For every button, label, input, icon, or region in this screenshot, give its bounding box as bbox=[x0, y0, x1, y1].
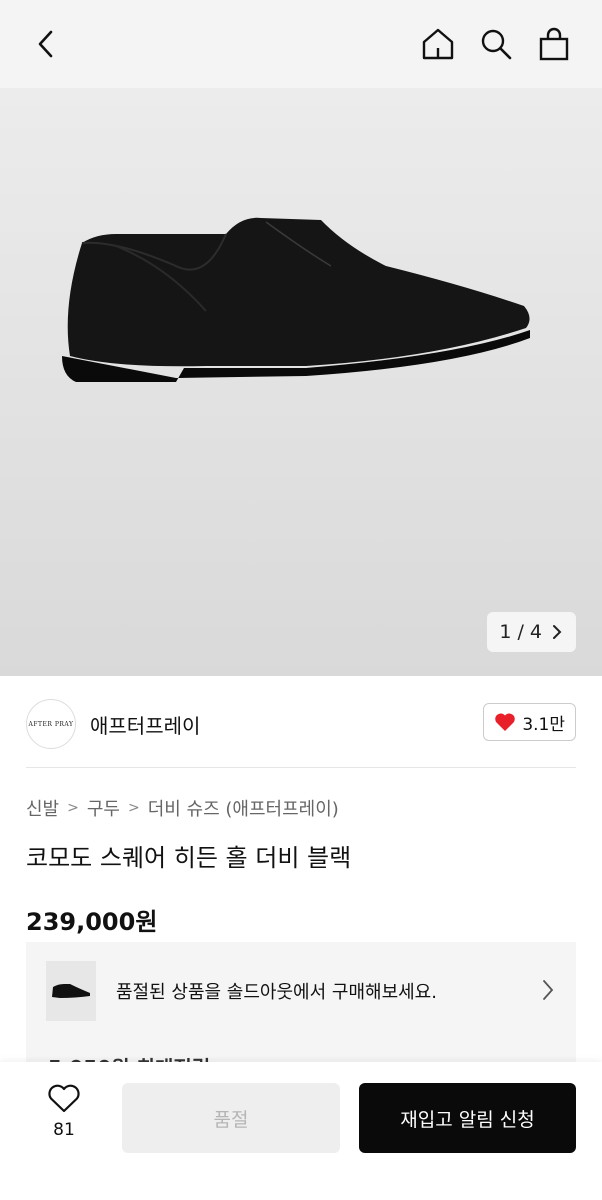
brand-row[interactable]: AFTER PRAY 애프터프레이 3.1만 bbox=[26, 697, 576, 751]
soldout-button[interactable]: 품절 bbox=[122, 1083, 340, 1153]
breadcrumb-item[interactable]: 더비 슈즈 (애프터프레이) bbox=[148, 795, 339, 821]
soldout-product-thumbnail bbox=[46, 961, 96, 1021]
back-icon[interactable] bbox=[24, 22, 68, 66]
chevron-right-icon bbox=[553, 625, 562, 639]
restock-alert-button[interactable]: 재입고 알림 신청 bbox=[359, 1083, 576, 1153]
bottom-action-bar: 81 품절 재입고 알림 신청 bbox=[0, 1062, 602, 1200]
product-image-shoe bbox=[62, 217, 530, 382]
heart-filled-icon bbox=[495, 713, 516, 731]
soldout-banner[interactable]: 품절된 상품을 솔드아웃에서 구매해보세요. bbox=[26, 942, 576, 1040]
chevron-right-icon: > bbox=[67, 800, 79, 816]
brand-like-count: 3.1만 bbox=[522, 714, 565, 735]
soldout-banner-text: 품절된 상품을 솔드아웃에서 구매해보세요. bbox=[116, 982, 437, 1003]
pager-text: 1 / 4 bbox=[499, 621, 542, 643]
heart-outline-icon bbox=[48, 1084, 80, 1113]
brand-name[interactable]: 애프터프레이 bbox=[90, 710, 200, 739]
chevron-right-icon: > bbox=[127, 800, 140, 816]
breadcrumb-item[interactable]: 신발 bbox=[26, 795, 59, 821]
brand-like-button[interactable]: 3.1만 bbox=[483, 703, 576, 741]
product-image-gallery[interactable]: 1 / 4 bbox=[0, 88, 602, 676]
divider bbox=[26, 767, 576, 768]
product-price: 239,000원 bbox=[26, 908, 158, 936]
search-icon[interactable] bbox=[474, 22, 518, 66]
breadcrumb: 신발 > 구두 > 더비 슈즈 (애프터프레이) bbox=[26, 795, 339, 821]
home-icon[interactable] bbox=[416, 22, 460, 66]
wishlist-button[interactable]: 81 bbox=[36, 1084, 92, 1140]
wishlist-count: 81 bbox=[53, 1120, 75, 1140]
brand-logo-text: AFTER PRAY bbox=[28, 720, 74, 728]
gallery-pager[interactable]: 1 / 4 bbox=[487, 612, 576, 652]
top-nav-bar bbox=[0, 0, 602, 88]
breadcrumb-item[interactable]: 구두 bbox=[87, 795, 120, 821]
product-title: 코모도 스퀘어 히든 홀 더비 블랙 bbox=[26, 844, 352, 872]
chevron-right-icon bbox=[543, 980, 554, 1000]
shopping-bag-icon[interactable] bbox=[532, 22, 576, 66]
brand-logo[interactable]: AFTER PRAY bbox=[26, 699, 76, 749]
